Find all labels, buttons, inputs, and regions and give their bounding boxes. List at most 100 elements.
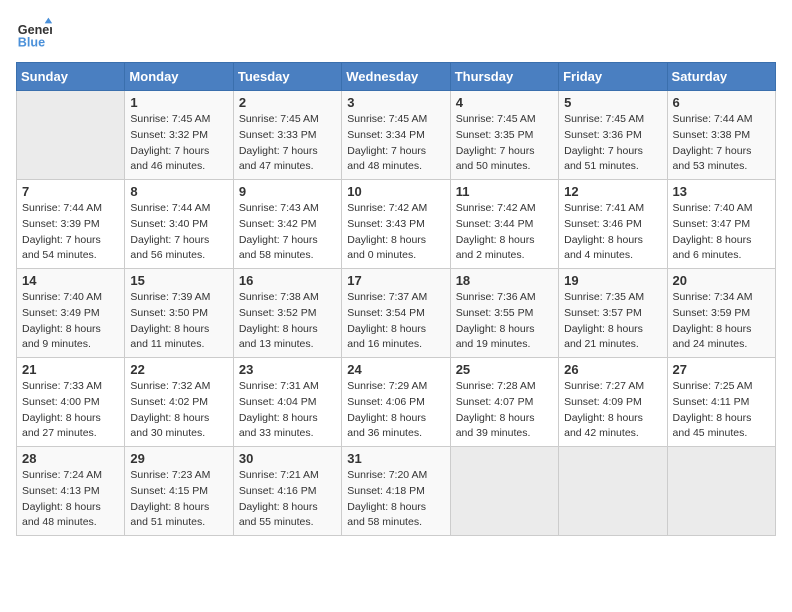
calendar-cell: 28 Sunrise: 7:24 AMSunset: 4:13 PMDayligh… <box>17 447 125 536</box>
calendar-week-2: 7 Sunrise: 7:44 AMSunset: 3:39 PMDaylight… <box>17 180 776 269</box>
day-number: 18 <box>456 273 553 288</box>
day-number: 26 <box>564 362 661 377</box>
calendar-cell: 2 Sunrise: 7:45 AMSunset: 3:33 PMDaylight… <box>233 91 341 180</box>
calendar-cell: 29 Sunrise: 7:23 AMSunset: 4:15 PMDayligh… <box>125 447 233 536</box>
day-info: Sunrise: 7:44 AMSunset: 3:39 PMDaylight:… <box>22 201 119 264</box>
day-info: Sunrise: 7:38 AMSunset: 3:52 PMDaylight:… <box>239 290 336 353</box>
day-number: 20 <box>673 273 770 288</box>
days-header-row: SundayMondayTuesdayWednesdayThursdayFrid… <box>17 63 776 91</box>
calendar-cell <box>450 447 558 536</box>
calendar-week-1: 1 Sunrise: 7:45 AMSunset: 3:32 PMDaylight… <box>17 91 776 180</box>
day-number: 17 <box>347 273 444 288</box>
day-info: Sunrise: 7:45 AMSunset: 3:36 PMDaylight:… <box>564 112 661 175</box>
calendar-cell: 3Sunrise: 7:45 AMSunset: 3:34 PMDaylight… <box>342 91 450 180</box>
day-number: 6 <box>673 95 770 110</box>
day-info: Sunrise: 7:27 AMSunset: 4:09 PMDaylight:… <box>564 379 661 442</box>
calendar-cell: 14 Sunrise: 7:40 AMSunset: 3:49 PMDayligh… <box>17 269 125 358</box>
logo-icon: General Blue <box>16 16 52 52</box>
day-number: 1 <box>130 95 227 110</box>
day-info: Sunrise: 7:37 AMSunset: 3:54 PMDaylight:… <box>347 290 444 353</box>
calendar-cell: 30 Sunrise: 7:21 AMSunset: 4:16 PMDayligh… <box>233 447 341 536</box>
day-header-saturday: Saturday <box>667 63 775 91</box>
day-number: 9 <box>239 184 336 199</box>
calendar-cell: 11 Sunrise: 7:42 AMSunset: 3:44 PMDayligh… <box>450 180 558 269</box>
day-info: Sunrise: 7:31 AMSunset: 4:04 PMDaylight:… <box>239 379 336 442</box>
day-number: 27 <box>673 362 770 377</box>
day-number: 14 <box>22 273 119 288</box>
day-info: Sunrise: 7:44 AMSunset: 3:38 PMDaylight:… <box>673 112 770 175</box>
calendar-cell: 15 Sunrise: 7:39 AMSunset: 3:50 PMDayligh… <box>125 269 233 358</box>
calendar-cell: 8 Sunrise: 7:44 AMSunset: 3:40 PMDaylight… <box>125 180 233 269</box>
calendar-cell: 25Sunrise: 7:28 AMSunset: 4:07 PMDayligh… <box>450 358 558 447</box>
calendar-week-4: 21 Sunrise: 7:33 AMSunset: 4:00 PMDayligh… <box>17 358 776 447</box>
day-info: Sunrise: 7:32 AMSunset: 4:02 PMDaylight:… <box>130 379 227 442</box>
day-number: 4 <box>456 95 553 110</box>
calendar-cell: 20Sunrise: 7:34 AMSunset: 3:59 PMDayligh… <box>667 269 775 358</box>
day-number: 30 <box>239 451 336 466</box>
calendar-cell: 5 Sunrise: 7:45 AMSunset: 3:36 PMDaylight… <box>559 91 667 180</box>
calendar-cell: 31Sunrise: 7:20 AMSunset: 4:18 PMDayligh… <box>342 447 450 536</box>
day-info: Sunrise: 7:43 AMSunset: 3:42 PMDaylight:… <box>239 201 336 264</box>
day-number: 29 <box>130 451 227 466</box>
day-header-sunday: Sunday <box>17 63 125 91</box>
calendar-week-3: 14 Sunrise: 7:40 AMSunset: 3:49 PMDayligh… <box>17 269 776 358</box>
day-number: 13 <box>673 184 770 199</box>
day-info: Sunrise: 7:44 AMSunset: 3:40 PMDaylight:… <box>130 201 227 264</box>
calendar-cell: 4 Sunrise: 7:45 AMSunset: 3:35 PMDaylight… <box>450 91 558 180</box>
calendar-cell: 27 Sunrise: 7:25 AMSunset: 4:11 PMDayligh… <box>667 358 775 447</box>
day-number: 12 <box>564 184 661 199</box>
day-number: 3 <box>347 95 444 110</box>
calendar-cell: 17 Sunrise: 7:37 AMSunset: 3:54 PMDayligh… <box>342 269 450 358</box>
calendar-cell: 1 Sunrise: 7:45 AMSunset: 3:32 PMDaylight… <box>125 91 233 180</box>
day-number: 22 <box>130 362 227 377</box>
day-number: 16 <box>239 273 336 288</box>
svg-text:Blue: Blue <box>18 36 45 50</box>
day-number: 15 <box>130 273 227 288</box>
calendar-cell: 10Sunrise: 7:42 AMSunset: 3:43 PMDayligh… <box>342 180 450 269</box>
day-info: Sunrise: 7:41 AMSunset: 3:46 PMDaylight:… <box>564 201 661 264</box>
day-number: 10 <box>347 184 444 199</box>
day-info: Sunrise: 7:24 AMSunset: 4:13 PMDaylight:… <box>22 468 119 531</box>
day-info: Sunrise: 7:28 AMSunset: 4:07 PMDaylight:… <box>456 379 553 442</box>
calendar-cell <box>559 447 667 536</box>
day-info: Sunrise: 7:35 AMSunset: 3:57 PMDaylight:… <box>564 290 661 353</box>
calendar-cell: 13Sunrise: 7:40 AMSunset: 3:47 PMDayligh… <box>667 180 775 269</box>
day-number: 8 <box>130 184 227 199</box>
day-number: 28 <box>22 451 119 466</box>
day-info: Sunrise: 7:40 AMSunset: 3:49 PMDaylight:… <box>22 290 119 353</box>
calendar-cell: 24Sunrise: 7:29 AMSunset: 4:06 PMDayligh… <box>342 358 450 447</box>
day-number: 2 <box>239 95 336 110</box>
day-header-monday: Monday <box>125 63 233 91</box>
day-info: Sunrise: 7:25 AMSunset: 4:11 PMDaylight:… <box>673 379 770 442</box>
day-number: 11 <box>456 184 553 199</box>
calendar-cell: 23Sunrise: 7:31 AMSunset: 4:04 PMDayligh… <box>233 358 341 447</box>
page-header: General Blue <box>16 16 776 52</box>
day-info: Sunrise: 7:45 AMSunset: 3:32 PMDaylight:… <box>130 112 227 175</box>
calendar-cell: 21 Sunrise: 7:33 AMSunset: 4:00 PMDayligh… <box>17 358 125 447</box>
day-info: Sunrise: 7:23 AMSunset: 4:15 PMDaylight:… <box>130 468 227 531</box>
day-info: Sunrise: 7:36 AMSunset: 3:55 PMDaylight:… <box>456 290 553 353</box>
day-info: Sunrise: 7:42 AMSunset: 3:44 PMDaylight:… <box>456 201 553 264</box>
day-header-wednesday: Wednesday <box>342 63 450 91</box>
calendar-cell <box>667 447 775 536</box>
day-number: 21 <box>22 362 119 377</box>
day-number: 5 <box>564 95 661 110</box>
calendar-cell: 12 Sunrise: 7:41 AMSunset: 3:46 PMDayligh… <box>559 180 667 269</box>
day-info: Sunrise: 7:39 AMSunset: 3:50 PMDaylight:… <box>130 290 227 353</box>
day-info: Sunrise: 7:33 AMSunset: 4:00 PMDaylight:… <box>22 379 119 442</box>
day-header-thursday: Thursday <box>450 63 558 91</box>
day-info: Sunrise: 7:21 AMSunset: 4:16 PMDaylight:… <box>239 468 336 531</box>
day-number: 19 <box>564 273 661 288</box>
calendar-cell: 19 Sunrise: 7:35 AMSunset: 3:57 PMDayligh… <box>559 269 667 358</box>
calendar-cell: 6 Sunrise: 7:44 AMSunset: 3:38 PMDaylight… <box>667 91 775 180</box>
day-header-friday: Friday <box>559 63 667 91</box>
calendar-table: SundayMondayTuesdayWednesdayThursdayFrid… <box>16 62 776 536</box>
day-info: Sunrise: 7:45 AMSunset: 3:35 PMDaylight:… <box>456 112 553 175</box>
day-info: Sunrise: 7:45 AMSunset: 3:33 PMDaylight:… <box>239 112 336 175</box>
calendar-cell: 7 Sunrise: 7:44 AMSunset: 3:39 PMDaylight… <box>17 180 125 269</box>
calendar-cell: 18 Sunrise: 7:36 AMSunset: 3:55 PMDayligh… <box>450 269 558 358</box>
day-number: 24 <box>347 362 444 377</box>
day-header-tuesday: Tuesday <box>233 63 341 91</box>
day-number: 7 <box>22 184 119 199</box>
logo: General Blue <box>16 16 56 52</box>
